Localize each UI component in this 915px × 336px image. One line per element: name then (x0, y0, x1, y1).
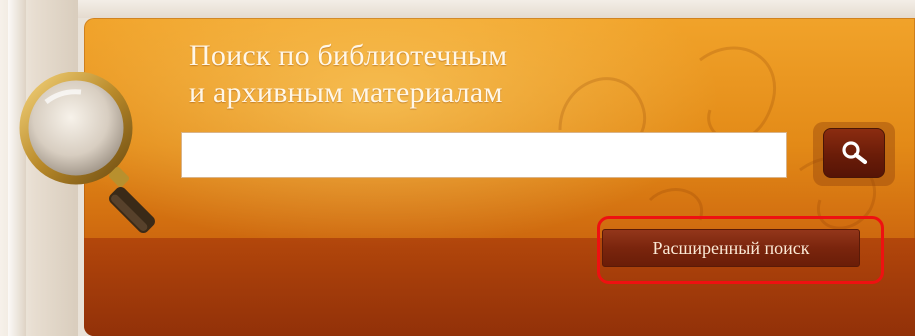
search-panel-title: Поиск по библиотечным и архивным материа… (189, 37, 507, 111)
magnifying-glass-icon (19, 72, 155, 233)
search-button[interactable] (823, 128, 885, 178)
page-top-strip (0, 0, 915, 18)
title-line-2: и архивным материалам (189, 76, 503, 109)
search-icon (842, 141, 868, 165)
advanced-search-button[interactable]: Расширенный поиск (602, 229, 860, 267)
search-input[interactable] (181, 132, 787, 178)
title-line-1: Поиск по библиотечным (189, 39, 508, 72)
